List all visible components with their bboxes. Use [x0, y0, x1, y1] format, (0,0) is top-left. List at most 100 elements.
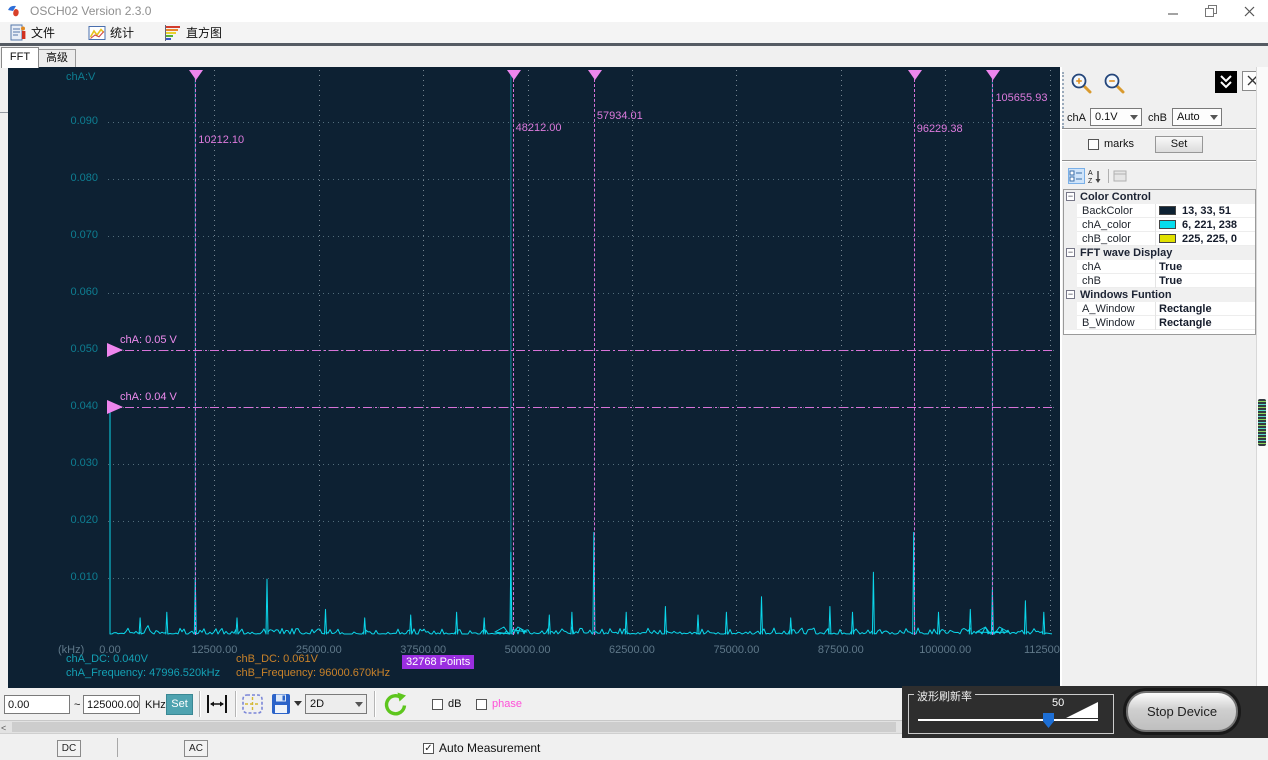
level-marker-line[interactable] — [108, 350, 1054, 351]
db-checkbox[interactable] — [432, 699, 443, 710]
restore-button[interactable] — [1192, 0, 1230, 22]
collapse-expander-icon[interactable]: − — [1066, 248, 1075, 257]
stop-device-button[interactable]: Stop Device — [1126, 691, 1238, 732]
frequency-marker-line[interactable] — [593, 79, 595, 635]
property-value[interactable]: 225, 225, 0 — [1182, 233, 1237, 245]
property-value[interactable]: True — [1159, 275, 1182, 287]
scroll-left-arrow-icon[interactable]: < — [1, 723, 6, 733]
collapse-panel-button[interactable] — [1215, 71, 1237, 93]
property-margin — [1064, 274, 1077, 288]
frequency-marker-line[interactable] — [195, 79, 197, 635]
property-category-title: Color Control — [1080, 191, 1151, 203]
frequency-marker-line[interactable] — [992, 79, 994, 635]
rate-ramp-icon — [1066, 702, 1098, 718]
grid-crosshair-icon — [242, 694, 263, 714]
range-separator-label: ~ — [74, 699, 81, 711]
save-button[interactable] — [270, 692, 292, 716]
ac-coupling-button[interactable]: AC — [184, 740, 208, 757]
menu-file-button[interactable]: 文件 — [10, 23, 55, 42]
collapse-expander-icon[interactable]: − — [1066, 290, 1075, 299]
menu-statistics-button[interactable]: 统计 — [88, 23, 134, 42]
property-row[interactable]: chA True — [1064, 260, 1255, 274]
pg-property-pages-button[interactable] — [1112, 168, 1129, 184]
property-row[interactable]: chB_color 225, 225, 0 — [1064, 232, 1255, 246]
splitter-grip[interactable] — [1258, 399, 1266, 446]
fft-trace-chA — [109, 70, 1053, 635]
property-value[interactable]: 13, 33, 51 — [1182, 205, 1231, 217]
frequency-marker-handle-icon[interactable] — [907, 70, 922, 80]
property-row[interactable]: chA_color 6, 221, 238 — [1064, 218, 1255, 232]
refresh-rate-slider-track[interactable] — [918, 719, 1098, 721]
refresh-button[interactable] — [381, 691, 407, 717]
collapse-expander-icon[interactable]: − — [1066, 192, 1075, 201]
marks-checkbox[interactable] — [1088, 139, 1099, 150]
frequency-marker-label: 48212.00 — [515, 122, 562, 134]
tab-advanced[interactable]: 高级 — [38, 49, 76, 67]
display-mode-select[interactable]: 2D — [305, 694, 367, 714]
property-grid: − Color Control BackColor 13, 33, 51 chA_col… — [1063, 189, 1256, 335]
minimize-button[interactable] — [1154, 0, 1192, 22]
color-swatch — [1159, 234, 1176, 243]
property-value[interactable]: Rectangle — [1159, 303, 1212, 315]
display-mode-value: 2D — [310, 698, 325, 710]
settings-panel: chA 0.1V chB Auto marks Set A Z − Color … — [1062, 67, 1263, 688]
phase-checkbox[interactable] — [476, 699, 487, 710]
close-button[interactable] — [1230, 0, 1268, 22]
property-row[interactable]: A_Window Rectangle — [1064, 302, 1255, 316]
chb-range-select[interactable]: Auto — [1172, 108, 1222, 126]
cha-range-select[interactable]: 0.1V — [1090, 108, 1142, 126]
property-value[interactable]: 6, 221, 238 — [1182, 219, 1237, 231]
fft-trace-path — [109, 407, 1053, 635]
svg-text:A: A — [1088, 170, 1093, 177]
zoom-out-button[interactable] — [1103, 72, 1127, 94]
auto-measurement-checkbox[interactable]: ✓ — [423, 743, 434, 754]
device-control-panel: 波形刷新率 50 Stop Device — [902, 686, 1268, 738]
property-value[interactable]: Rectangle — [1159, 317, 1212, 329]
property-row[interactable]: chB True — [1064, 274, 1255, 288]
property-row[interactable]: BackColor 13, 33, 51 — [1064, 204, 1255, 218]
property-margin — [1064, 204, 1077, 218]
app-window: OSCH02 Version 2.3.0 文件 统计 直方图 FFT 高级 ch… — [0, 0, 1268, 760]
frequency-marker-line[interactable] — [913, 79, 915, 635]
scrollbar-thumb[interactable] — [12, 722, 896, 732]
frequency-marker-handle-icon[interactable] — [986, 70, 1001, 80]
menu-histogram-button[interactable]: 直方图 — [164, 23, 222, 42]
menu-statistics-label: 统计 — [110, 26, 135, 40]
frequency-marker-handle-icon[interactable] — [506, 70, 521, 80]
property-row[interactable]: B_Window Rectangle — [1064, 316, 1255, 330]
property-name: chB_color — [1082, 233, 1131, 245]
freq-to-input[interactable] — [83, 695, 140, 714]
property-pages-icon — [1113, 170, 1127, 182]
range-set-button[interactable]: Set — [166, 694, 193, 715]
property-value[interactable]: True — [1159, 261, 1182, 273]
restore-icon — [1205, 5, 1217, 17]
tab-fft[interactable]: FFT — [1, 47, 39, 68]
chb-range-value: Auto — [1177, 111, 1200, 123]
pg-categorized-button[interactable] — [1068, 168, 1085, 184]
marks-set-button[interactable]: Set — [1155, 136, 1203, 153]
save-dropdown-arrow-icon[interactable] — [294, 701, 302, 706]
property-category-row[interactable]: − Windows Funtion — [1064, 288, 1255, 302]
categorized-view-icon — [1069, 170, 1082, 182]
dc-coupling-button[interactable]: DC — [57, 740, 81, 757]
property-category-row[interactable]: − Color Control — [1064, 190, 1255, 204]
frequency-marker-handle-icon[interactable] — [189, 70, 204, 80]
horizontal-scrollbar[interactable]: < — [0, 720, 902, 733]
freq-from-input[interactable] — [4, 695, 70, 714]
panel-grip-dots[interactable] — [1062, 72, 1066, 128]
fit-width-button[interactable] — [204, 692, 230, 716]
property-name: chA — [1082, 261, 1101, 273]
level-marker-line[interactable] — [108, 407, 1054, 408]
pg-alphabetical-button[interactable]: A Z — [1087, 168, 1104, 184]
frequency-marker-line[interactable] — [512, 79, 514, 635]
property-category-row[interactable]: − FFT wave Display — [1064, 246, 1255, 260]
property-name: B_Window — [1082, 317, 1135, 329]
frequency-marker-handle-icon[interactable] — [587, 70, 602, 80]
property-column-separator — [1155, 260, 1156, 274]
zoom-in-button[interactable] — [1070, 72, 1094, 94]
grid-toggle-button[interactable] — [240, 692, 265, 716]
double-chevron-down-icon — [1220, 75, 1232, 89]
chb-range-label: chB — [1148, 112, 1167, 124]
frequency-marker-label: 105655.93 — [995, 92, 1048, 104]
fft-chart-plot-area[interactable]: chA:V (kHz) chA_DC: 0.040V chA_Frequency… — [8, 67, 1060, 688]
